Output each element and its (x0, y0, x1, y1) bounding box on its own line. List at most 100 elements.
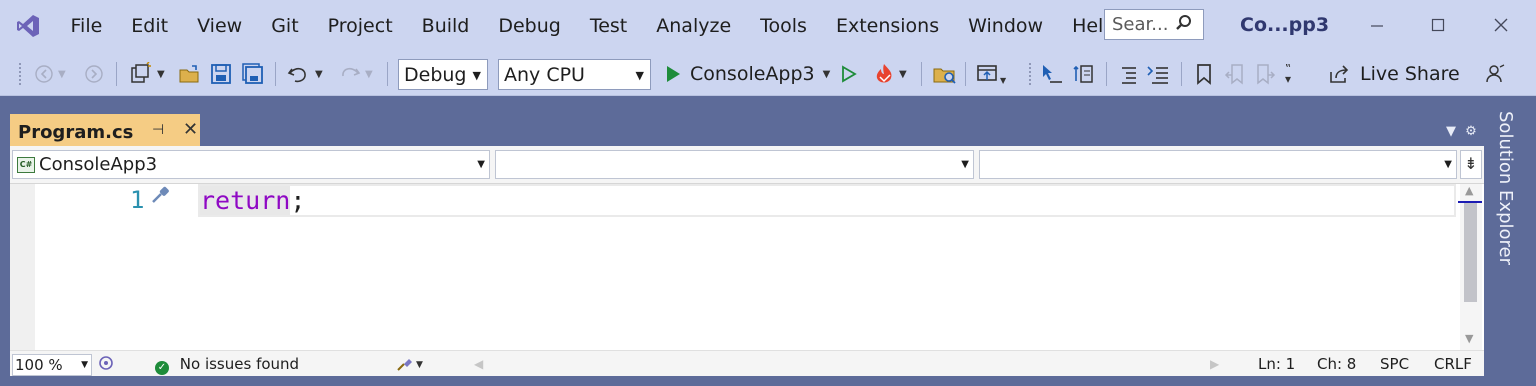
menu-window[interactable]: Window (954, 0, 1058, 52)
uncomment-icon[interactable] (1146, 52, 1170, 96)
code-cleanup-brush-icon[interactable]: ▼ (395, 355, 425, 377)
menu-build[interactable]: Build (407, 0, 484, 52)
issues-indicator[interactable]: ✓ No issues found (155, 355, 299, 375)
menu-analyze[interactable]: Analyze (642, 0, 746, 52)
browser-link-button[interactable]: ▼ (976, 52, 1006, 96)
semicolon: ; (290, 186, 306, 215)
issues-label: No issues found (179, 355, 300, 373)
settings-gear-icon[interactable]: ⚙ (1465, 124, 1477, 139)
csharp-project-icon: C# (17, 156, 35, 173)
toolbar-separator (1181, 62, 1182, 86)
comment-out-icon[interactable] (1118, 52, 1140, 96)
menu-view[interactable]: View (183, 0, 257, 52)
start-debugging-button[interactable]: ConsoleApp3 ▼ (664, 52, 830, 96)
platform-value: Any CPU (504, 63, 585, 86)
open-folder-icon[interactable] (178, 52, 202, 96)
chevron-down-icon: ▼ (1444, 159, 1452, 170)
configuration-value: Debug (404, 63, 467, 86)
split-window-icon[interactable]: ⇟ (1460, 150, 1482, 179)
solution-explorer-tab[interactable]: Solution Explorer (1495, 111, 1516, 265)
save-all-icon[interactable] (242, 52, 264, 96)
svg-text:▼: ▼ (416, 360, 423, 370)
live-share-label: Live Share (1360, 63, 1460, 85)
toolbar-overflow-button[interactable]: ‟ ▾ (1285, 52, 1291, 96)
search-placeholder: Sear... (1112, 14, 1169, 35)
menu-edit[interactable]: Edit (117, 0, 183, 52)
chevron-down-icon: ▼ (81, 360, 88, 370)
tab-strip-tools: ▼ ⚙ (1446, 124, 1477, 139)
toolbar-grip[interactable] (18, 62, 22, 86)
select-element-icon[interactable] (1040, 52, 1064, 96)
menu-debug[interactable]: Debug (484, 0, 575, 52)
next-bookmark-icon[interactable] (1254, 52, 1276, 96)
code-line-1: return; (200, 186, 305, 215)
menu-tools[interactable]: Tools (746, 0, 822, 52)
document-tab-strip: Program.cs ⊣ ✕ ▼ ⚙ (0, 104, 1491, 150)
menu-project[interactable]: Project (313, 0, 407, 52)
project-scope-dropdown[interactable]: C# ConsoleApp3 ▼ (12, 150, 490, 179)
toolbar-separator (921, 62, 922, 86)
menu-git[interactable]: Git (257, 0, 313, 52)
vertical-scrollbar[interactable]: ▲ ▼ (1460, 184, 1482, 350)
bookmark-icon[interactable] (1194, 52, 1214, 96)
scroll-down-arrow-icon[interactable]: ▼ (1465, 332, 1473, 345)
scrollbar-thumb[interactable] (1464, 202, 1477, 302)
code-text-area[interactable]: 1 return; (10, 184, 1458, 350)
new-project-button[interactable]: ▼ (128, 52, 165, 96)
whitespace-indicator[interactable]: SPC (1380, 355, 1409, 373)
tab-program-cs[interactable]: Program.cs ⊣ ✕ (10, 114, 200, 150)
toggle-toolbox-icon[interactable] (1072, 52, 1096, 96)
line-indicator[interactable]: Ln: 1 (1258, 355, 1295, 373)
standard-toolbar: ▼ ▼ ▼ ▼ Debug ▼ Any CPU ▼ ConsoleApp3 ▼ (0, 52, 1536, 96)
maximize-button[interactable] (1423, 10, 1453, 40)
pin-icon[interactable]: ⊣ (152, 122, 164, 138)
menu-test[interactable]: Test (575, 0, 641, 52)
play-outline-icon (842, 65, 857, 83)
solution-platform-dropdown[interactable]: Any CPU ▼ (498, 59, 651, 90)
member-scope-dropdown[interactable]: ▼ (979, 150, 1457, 179)
horizontal-scroll-left-icon[interactable]: ◀ (474, 355, 483, 373)
chevron-down-icon: ▼ (472, 69, 481, 82)
hot-reload-button[interactable]: ▼ (872, 52, 907, 96)
feedback-icon[interactable] (1484, 52, 1506, 96)
visual-studio-logo-icon[interactable] (0, 0, 56, 52)
search-input[interactable]: Sear... (1104, 9, 1204, 40)
navigate-forward-button[interactable] (83, 52, 105, 96)
toolbar-grip[interactable] (1028, 62, 1032, 86)
chevron-down-icon: ▼ (961, 159, 969, 170)
line-ending-indicator[interactable]: CRLF (1434, 355, 1472, 373)
quick-actions-screwdriver-icon[interactable] (149, 184, 171, 210)
caret-position-marker (1458, 201, 1482, 203)
previous-bookmark-icon[interactable] (1224, 52, 1246, 96)
close-window-button[interactable] (1486, 10, 1516, 40)
intellicode-icon[interactable] (98, 355, 114, 375)
undo-button[interactable]: ▼ (286, 52, 323, 96)
tab-label: Program.cs (18, 121, 134, 143)
play-icon (667, 66, 680, 82)
tab-list-chevron-down-icon[interactable]: ▼ (1446, 124, 1456, 139)
line-number: 1 (130, 186, 145, 214)
zoom-value: 100 % (15, 356, 63, 374)
toolbar-separator (116, 62, 117, 86)
redo-button[interactable]: ▼ (338, 52, 373, 96)
zoom-dropdown[interactable]: 100 % ▼ (12, 354, 92, 376)
menu-extensions[interactable]: Extensions (821, 0, 953, 52)
save-icon[interactable] (210, 52, 232, 96)
indicator-margin[interactable] (10, 184, 35, 350)
type-scope-dropdown[interactable]: ▼ (495, 150, 974, 179)
start-without-debugging-button[interactable] (840, 52, 858, 96)
project-scope-label: ConsoleApp3 (39, 154, 158, 175)
column-indicator[interactable]: Ch: 8 (1317, 355, 1356, 373)
toolbar-separator (387, 62, 388, 86)
solution-configuration-dropdown[interactable]: Debug ▼ (398, 59, 488, 90)
toolbar-separator (275, 62, 276, 86)
solution-explorer-folder-icon[interactable] (932, 52, 958, 96)
navigate-back-button[interactable]: ▼ (33, 52, 66, 96)
minimize-button[interactable] (1362, 10, 1392, 40)
toolbar-separator (1106, 62, 1107, 86)
live-share-button[interactable]: Live Share (1328, 52, 1460, 96)
close-tab-icon[interactable]: ✕ (183, 119, 198, 140)
menu-file[interactable]: File (56, 0, 117, 52)
scroll-up-arrow-icon[interactable]: ▲ (1465, 184, 1473, 197)
horizontal-scroll-right-icon[interactable]: ▶ (1210, 355, 1219, 373)
